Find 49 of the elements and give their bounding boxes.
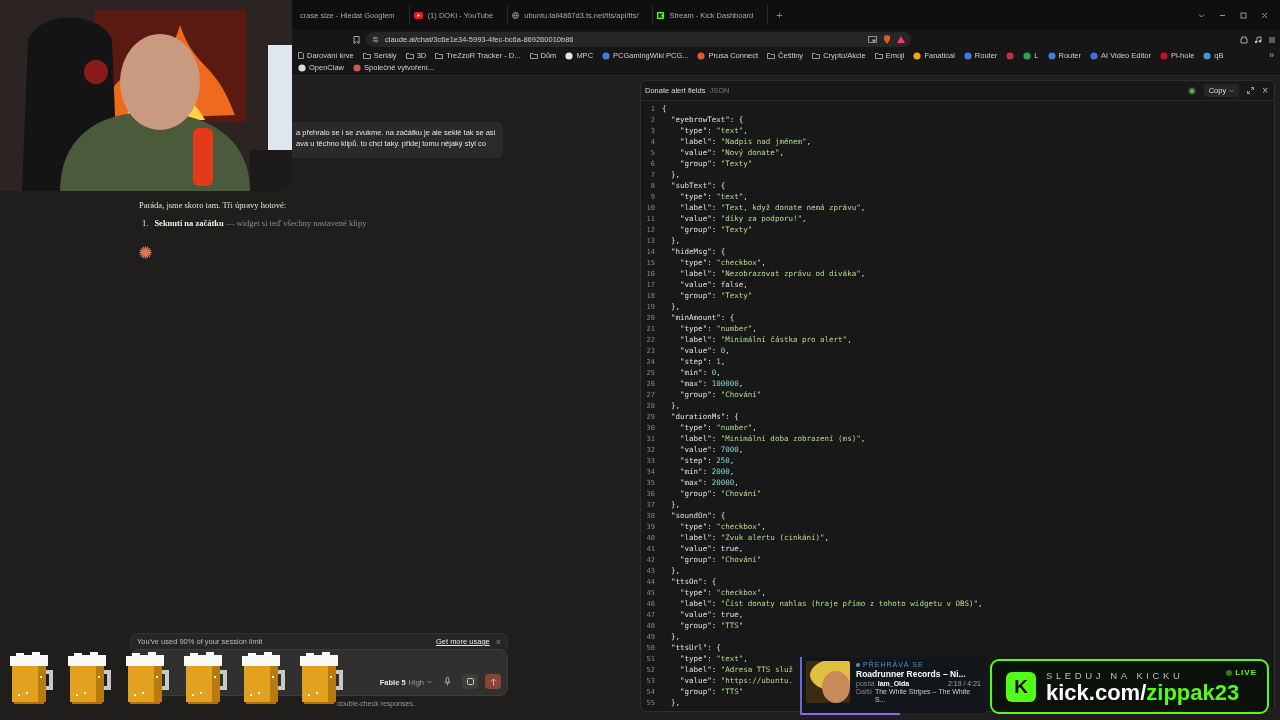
video-play-icon: [413, 11, 423, 19]
response-text: Paráda, jsme skoro tam. Tři úpravy hotové:: [139, 200, 287, 210]
send-button[interactable]: [485, 674, 501, 689]
page-icon: [298, 52, 304, 59]
close-icon[interactable]: [1261, 11, 1268, 19]
beer-mug-icon: [10, 652, 55, 706]
close-button[interactable]: ×: [1262, 85, 1268, 96]
folder-icon: [529, 52, 538, 59]
caret-icon: [1229, 88, 1235, 93]
close-button[interactable]: ×: [495, 636, 501, 647]
live-label: LIVE: [1235, 668, 1257, 677]
channel-url: kick.com/zippak23: [1046, 681, 1240, 704]
expand-icon[interactable]: [1247, 87, 1255, 94]
arrow-up-icon: [489, 677, 497, 686]
music-note-icon[interactable]: [1254, 35, 1262, 44]
banner-caption: SLEDUJ NA KICKU: [1046, 669, 1184, 681]
spinner-icon: [139, 246, 152, 259]
beer-mug-icon: [242, 652, 287, 706]
bookmark-icon[interactable]: [353, 35, 360, 44]
more-bookmarks-button[interactable]: »: [1269, 50, 1274, 60]
globe-icon: [512, 11, 520, 19]
folder-icon: [405, 52, 414, 59]
folder-icon: [812, 52, 821, 59]
live-dot-icon: [1226, 669, 1233, 676]
letter-k-icon: [657, 11, 665, 19]
shield-icon[interactable]: [883, 35, 891, 44]
caret-icon: [427, 680, 432, 684]
logo: K: [1006, 671, 1036, 702]
list-item-text: Seknutí na začátku — widget si teď všechny nastavené klipy: [154, 218, 367, 228]
beer-mug-icon: [68, 652, 113, 706]
new-tab-button[interactable]: +: [776, 9, 783, 21]
list-number: 1.: [142, 218, 149, 228]
folder-icon: [874, 52, 883, 59]
folder-icon: [767, 52, 776, 59]
beer-mug-icon: [184, 652, 229, 706]
beer-mug-icon: [126, 652, 171, 706]
chevron-icon[interactable]: [1198, 11, 1205, 19]
triangle-icon[interactable]: [897, 36, 905, 43]
maximize-icon[interactable]: [1240, 11, 1247, 19]
square-icon: [466, 678, 474, 685]
folder-icon: [362, 52, 371, 59]
track-title: Roadrunner Records – Ni...: [856, 669, 967, 679]
microphone-icon: [443, 677, 451, 686]
status-icon: [1187, 86, 1196, 95]
folder-icon: [435, 52, 444, 59]
status-dot-icon: [856, 662, 860, 667]
settings-sliders-icon[interactable]: [372, 36, 379, 43]
picture-in-picture-icon[interactable]: [868, 36, 877, 43]
square-button[interactable]: [462, 674, 478, 689]
